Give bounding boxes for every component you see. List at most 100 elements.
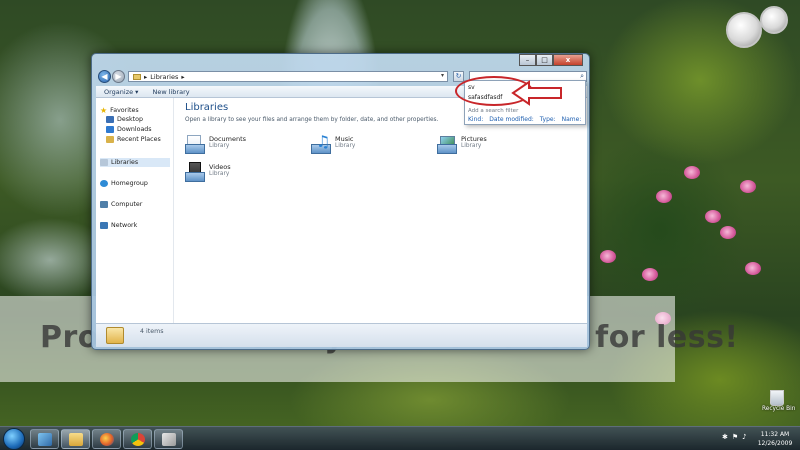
filter-kind[interactable]: Kind: xyxy=(468,116,483,123)
content-area: ★ Favorites Desktop Downloads Recent Pla… xyxy=(96,98,587,323)
nav-desktop[interactable]: Desktop xyxy=(106,116,143,123)
organize-button[interactable]: Organize ▾ xyxy=(104,88,138,96)
nav-computer[interactable]: Computer xyxy=(100,201,142,208)
recycle-bin-icon xyxy=(770,390,784,406)
recycle-bin[interactable]: Recycle Bin xyxy=(762,390,796,412)
folder-icon xyxy=(69,433,83,446)
chevron-down-icon[interactable]: ▾ xyxy=(441,72,444,79)
library-type: Library xyxy=(209,143,230,149)
recycle-bin-label: Recycle Bin xyxy=(762,406,796,412)
flower xyxy=(642,268,658,281)
address-bar[interactable]: ▸ Libraries ▸ ▾ xyxy=(128,71,448,82)
library-name: Music xyxy=(335,135,354,143)
taskbar-button-firefox[interactable] xyxy=(92,429,121,449)
clock-date: 12/26/2009 xyxy=(757,440,793,447)
search-filters: Kind: Date modified: Type: Name: xyxy=(468,116,581,123)
nav-libraries[interactable]: Libraries xyxy=(100,158,170,167)
libraries-large-icon xyxy=(106,327,124,344)
refresh-icon: ↻ xyxy=(455,72,462,80)
computer-icon xyxy=(100,201,108,208)
nav-recent-places[interactable]: Recent Places xyxy=(106,136,161,143)
new-library-button[interactable]: New library xyxy=(152,88,189,96)
library-name: Documents xyxy=(209,135,247,143)
homegroup-icon xyxy=(100,180,108,187)
flower xyxy=(740,180,756,193)
taskbar-button-chrome[interactable] xyxy=(123,429,152,449)
filter-name[interactable]: Name: xyxy=(562,116,582,123)
network-icon xyxy=(100,222,108,229)
control-panel-icon xyxy=(38,433,52,446)
taskbar-button-paint[interactable] xyxy=(154,429,183,449)
details-pane: 4 items xyxy=(96,323,587,347)
nav-label: Desktop xyxy=(117,116,143,123)
taskbar: ✱ ⚑ ♪ 11:32 AM 12/26/2009 xyxy=(0,426,800,450)
flower xyxy=(684,166,700,179)
start-button[interactable] xyxy=(3,428,25,450)
nav-favorites[interactable]: ★ Favorites xyxy=(100,106,139,115)
filter-type[interactable]: Type: xyxy=(540,116,556,123)
documents-icon xyxy=(185,134,205,154)
page-subtitle: Open a library to see your files and arr… xyxy=(185,117,439,123)
library-type: Library xyxy=(209,171,230,177)
nav-network[interactable]: Network xyxy=(100,222,137,229)
memory-meter-gadget[interactable] xyxy=(760,6,788,34)
nav-label: Homegroup xyxy=(111,180,148,187)
close-button[interactable]: x xyxy=(553,54,583,66)
page-title: Libraries xyxy=(185,102,229,113)
star-icon: ★ xyxy=(100,106,108,115)
flower xyxy=(600,250,616,263)
clock-time: 11:32 AM xyxy=(760,431,790,438)
refresh-button[interactable]: ↻ xyxy=(453,71,464,82)
music-icon: ♫ xyxy=(311,134,331,154)
chrome-icon xyxy=(131,433,145,446)
libraries-folder-icon xyxy=(133,73,141,80)
pictures-icon xyxy=(437,134,457,154)
maximize-button[interactable]: □ xyxy=(536,54,553,66)
bluetooth-icon[interactable]: ✱ xyxy=(722,433,728,441)
firefox-icon xyxy=(100,433,114,446)
back-button[interactable]: ◀ xyxy=(98,70,111,83)
forward-button[interactable]: ▶ xyxy=(112,70,125,83)
paint-icon xyxy=(162,433,176,446)
nav-label: Favorites xyxy=(110,107,139,114)
library-type: Library xyxy=(335,143,356,149)
library-music[interactable]: ♫ Music Library xyxy=(311,134,355,154)
cpu-meter-gadget[interactable] xyxy=(726,12,762,48)
arrow-right-icon: ▶ xyxy=(115,72,122,81)
minimize-button[interactable]: – xyxy=(519,54,536,66)
breadcrumb-separator-icon: ▸ xyxy=(181,72,185,81)
taskbar-button-explorer[interactable] xyxy=(61,429,90,449)
library-type: Library xyxy=(461,143,482,149)
filter-date-modified[interactable]: Date modified: xyxy=(489,116,534,123)
libraries-icon xyxy=(100,159,108,166)
flower xyxy=(720,226,736,239)
arrow-left-icon: ◀ xyxy=(101,72,108,81)
nav-label: Recent Places xyxy=(117,136,161,143)
breadcrumb-separator-icon: ▸ xyxy=(144,72,148,81)
nav-homegroup[interactable]: Homegroup xyxy=(100,180,148,187)
library-documents[interactable]: Documents Library xyxy=(185,134,246,154)
main-pane: Libraries Open a library to see your fil… xyxy=(175,98,587,323)
item-count: 4 items xyxy=(140,328,164,335)
nav-label: Libraries xyxy=(111,159,139,166)
library-videos[interactable]: Videos Library xyxy=(185,162,231,182)
flower xyxy=(705,210,721,223)
nav-label: Downloads xyxy=(117,126,152,133)
search-filter-label: Add a search filter xyxy=(468,108,519,114)
taskbar-button-control-panel[interactable] xyxy=(30,429,59,449)
nav-downloads[interactable]: Downloads xyxy=(106,126,152,133)
flag-icon[interactable]: ⚑ xyxy=(732,433,738,441)
volume-icon[interactable]: ♪ xyxy=(742,433,746,441)
annotation-arrow-icon xyxy=(511,80,562,106)
videos-icon xyxy=(185,162,205,182)
system-tray: ✱ ⚑ ♪ xyxy=(722,433,747,441)
desktop-icon xyxy=(106,116,114,123)
library-name: Pictures xyxy=(461,135,487,143)
library-pictures[interactable]: Pictures Library xyxy=(437,134,487,154)
breadcrumb-libraries[interactable]: Libraries xyxy=(150,73,178,81)
clock[interactable]: 11:32 AM 12/26/2009 xyxy=(757,430,793,448)
flower xyxy=(656,190,672,203)
downloads-icon xyxy=(106,126,114,133)
recent-places-icon xyxy=(106,136,114,143)
library-name: Videos xyxy=(209,163,231,171)
